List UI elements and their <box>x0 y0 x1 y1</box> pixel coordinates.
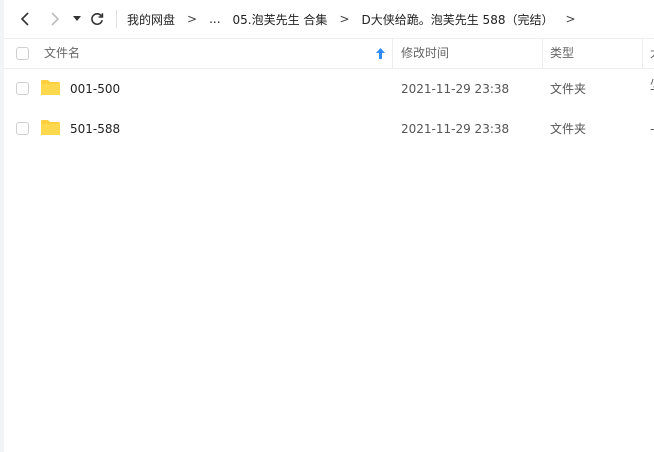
column-divider[interactable] <box>642 39 643 68</box>
history-dropdown-button[interactable] <box>70 6 84 32</box>
breadcrumb-item-root[interactable]: 我的网盘 <box>127 11 175 28</box>
breadcrumb-item-current[interactable]: D大侠给跪。泡芙先生 588（完结） <box>362 11 554 28</box>
forward-button[interactable] <box>42 6 68 32</box>
breadcrumb-separator: > <box>187 12 198 26</box>
folder-icon <box>41 120 60 135</box>
toolbar: 我的网盘 > ... 05.泡芙先生 合集 > D大侠给跪。泡芙先生 588（完… <box>4 0 654 38</box>
file-row[interactable]: 501-588 2021-11-29 23:38 文件夹 - <box>4 109 654 149</box>
file-type: 文件夹 <box>550 122 587 136</box>
refresh-button[interactable] <box>84 6 110 32</box>
sort-ascending-icon[interactable] <box>376 48 385 59</box>
breadcrumb: 我的网盘 > ... 05.泡芙先生 合集 > D大侠给跪。泡芙先生 588（完… <box>127 11 588 28</box>
caret-down-icon <box>73 16 81 21</box>
column-header-type[interactable]: 类型 <box>550 39 574 68</box>
file-modified-time: 2021-11-29 23:38 <box>401 122 510 136</box>
chevron-left-icon <box>20 12 29 26</box>
file-row[interactable]: 001-500 2021-11-29 23:38 文件夹 - <box>4 69 654 109</box>
breadcrumb-item-collection[interactable]: 05.泡芙先生 合集 <box>233 11 328 28</box>
folder-icon <box>41 80 60 95</box>
column-divider[interactable] <box>392 39 393 68</box>
breadcrumb-separator: > <box>339 12 350 26</box>
file-name[interactable]: 001-500 <box>70 69 120 109</box>
select-all-checkbox[interactable] <box>16 47 29 60</box>
file-size: - <box>650 122 654 136</box>
file-name[interactable]: 501-588 <box>70 109 120 149</box>
row-checkbox[interactable] <box>16 82 29 95</box>
file-modified-time: 2021-11-29 23:38 <box>401 82 510 96</box>
file-size: - <box>650 82 654 96</box>
file-list-header: 文件名 修改时间 类型 大小 <box>4 38 654 89</box>
row-checkbox[interactable] <box>16 122 29 135</box>
back-button[interactable] <box>12 6 38 32</box>
breadcrumb-separator[interactable]: > <box>565 12 575 26</box>
column-divider[interactable] <box>542 39 543 68</box>
file-type: 文件夹 <box>550 82 587 96</box>
column-header-size[interactable]: 大小 <box>650 39 654 89</box>
breadcrumb-item-ellipsis[interactable]: ... <box>209 12 220 26</box>
column-header-modified-time[interactable]: 修改时间 <box>401 39 449 68</box>
chevron-right-icon <box>51 12 60 26</box>
column-header-name[interactable]: 文件名 <box>44 39 80 68</box>
toolbar-divider <box>116 10 117 28</box>
refresh-icon <box>91 13 104 25</box>
